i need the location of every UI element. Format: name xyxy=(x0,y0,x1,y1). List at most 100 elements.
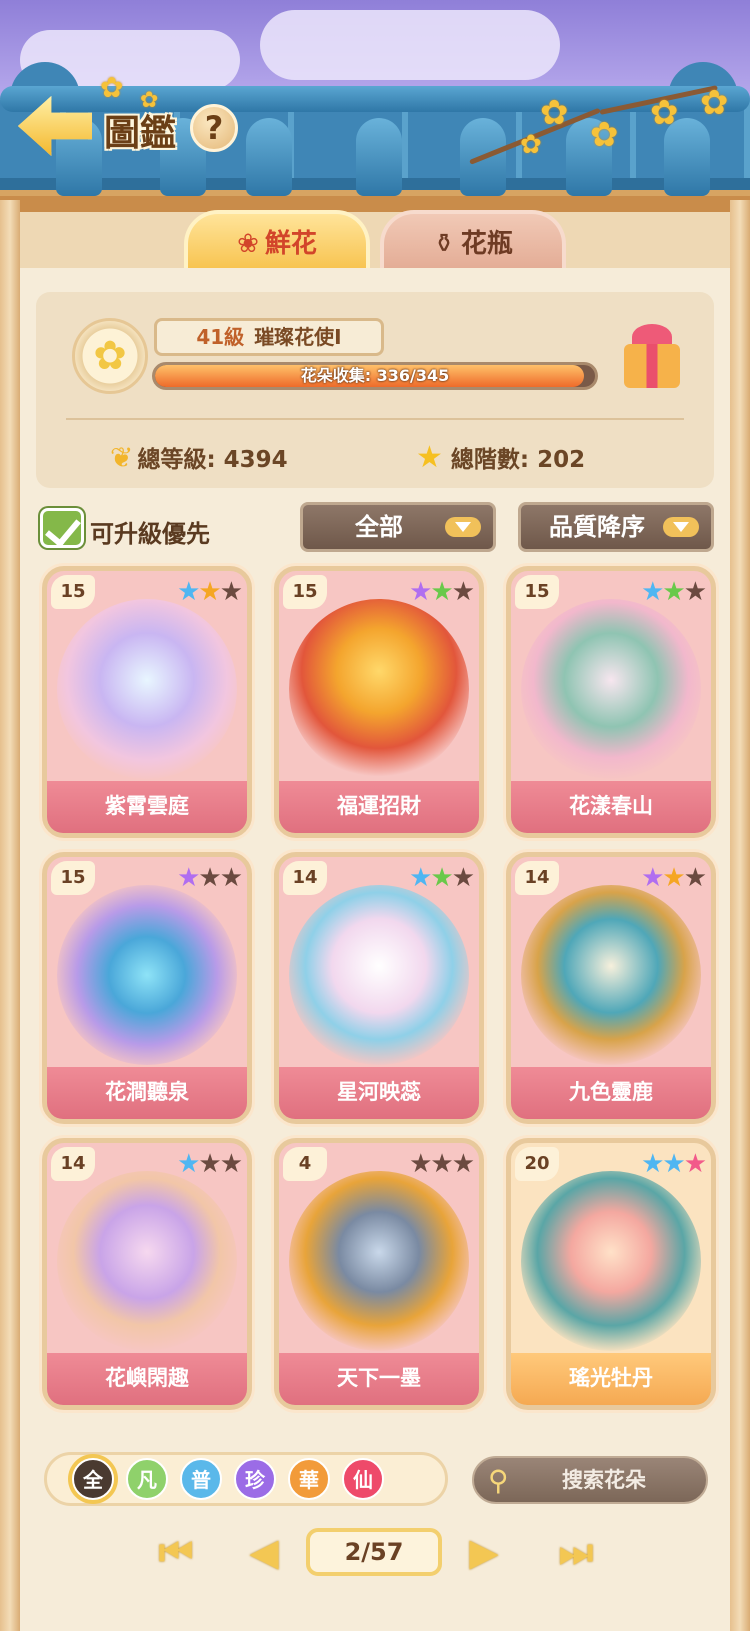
flower-artwork xyxy=(521,1171,701,1351)
flower-card[interactable]: 20 ★★★ 瑤光牡丹 xyxy=(506,1138,716,1410)
flower-artwork xyxy=(289,1171,469,1351)
eave xyxy=(0,196,750,212)
card-level-badge: 14 xyxy=(283,861,327,895)
tab-label: 鮮花 xyxy=(264,229,317,259)
rarity-filter-button[interactable]: 華 xyxy=(288,1458,330,1500)
star-icon: ★ xyxy=(451,577,475,607)
star-icon: ★ xyxy=(198,1149,221,1179)
flower-card[interactable]: 14 ★★★ 花嶼閑趣 xyxy=(42,1138,252,1410)
card-name: 花嶼閑趣 xyxy=(47,1353,247,1405)
blossom-icon: ✿ xyxy=(700,83,729,123)
star-icon: ★ xyxy=(662,1149,685,1179)
star-icon: ★ xyxy=(198,577,221,607)
chevron-down-icon xyxy=(445,517,481,537)
card-stars: ★★★ xyxy=(177,577,243,607)
star-icon: ★ xyxy=(430,577,453,607)
star-icon: ★ xyxy=(662,863,685,893)
flower-artwork xyxy=(57,1171,237,1351)
vase-icon: ⚱ xyxy=(433,229,455,259)
last-page-button[interactable]: ⏭ xyxy=(548,1526,604,1578)
cloud xyxy=(260,10,560,80)
card-level-badge: 4 xyxy=(283,1147,327,1181)
blossom-icon: ✿ xyxy=(590,115,619,155)
flower-artwork xyxy=(289,599,469,779)
tab-strip xyxy=(20,212,730,268)
total-level-label: 總等級: 4394 xyxy=(137,447,288,473)
card-stars: ★★★ xyxy=(409,863,475,893)
star-icon: ★ xyxy=(219,1149,243,1179)
card-name: 紫霄雲庭 xyxy=(47,781,247,833)
star-icon: ★ xyxy=(177,863,200,893)
rarity-filter-button[interactable]: 普 xyxy=(180,1458,222,1500)
page-indicator: 2/57 xyxy=(306,1528,442,1576)
rarity-filter-button[interactable]: 全 xyxy=(72,1458,114,1500)
collector-badge-icon: ✿ xyxy=(72,318,148,394)
card-level-badge: 15 xyxy=(51,575,95,609)
flower-artwork xyxy=(289,885,469,1065)
rarity-filter-button[interactable]: 仙 xyxy=(342,1458,384,1500)
chevron-down-icon xyxy=(663,517,699,537)
star-icon: ★ xyxy=(451,863,475,893)
sort-dropdown[interactable]: 品質降序 xyxy=(518,502,714,552)
star-icon: ★ xyxy=(219,863,243,893)
level-pill: 41級 璀璨花使Ⅰ xyxy=(154,318,384,356)
help-button[interactable]: ? xyxy=(190,104,238,152)
rarity-filter-button[interactable]: 凡 xyxy=(126,1458,168,1500)
card-stars: ★★★ xyxy=(641,863,707,893)
star-icon: ★ xyxy=(451,1149,475,1179)
card-stars: ★★★ xyxy=(641,1149,707,1179)
category-dropdown[interactable]: 全部 xyxy=(300,502,496,552)
card-stars: ★★★ xyxy=(409,577,475,607)
search-input[interactable]: ⚲ 搜索花朵 xyxy=(472,1456,708,1504)
tab-flowers[interactable]: ❀ 鮮花 xyxy=(184,210,370,272)
tab-vases[interactable]: ⚱ 花瓶 xyxy=(380,210,566,272)
card-level-badge: 15 xyxy=(515,575,559,609)
upgrade-first-label: 可升級優先 xyxy=(90,520,210,548)
star-icon: ★ xyxy=(219,577,243,607)
flower-card[interactable]: 15 ★★★ 花漾春山 xyxy=(506,566,716,838)
star-icon: ★ xyxy=(683,577,707,607)
search-placeholder: 搜索花朵 xyxy=(562,1468,646,1492)
flower-card[interactable]: 15 ★★★ 福運招財 xyxy=(274,566,484,838)
card-name: 天下一墨 xyxy=(279,1353,479,1405)
category-value: 全部 xyxy=(355,513,403,541)
flower-artwork xyxy=(521,885,701,1065)
pillar xyxy=(730,200,750,1631)
divider xyxy=(66,418,684,420)
card-level-badge: 15 xyxy=(51,861,95,895)
flower-card[interactable]: 14 ★★★ 星河映蕊 xyxy=(274,852,484,1124)
card-stars: ★★★ xyxy=(177,863,243,893)
star-icon: ★ xyxy=(409,1149,432,1179)
card-name: 星河映蕊 xyxy=(279,1067,479,1119)
gift-icon[interactable] xyxy=(620,322,684,388)
total-level-stat: ❦ 總等級: 4394 xyxy=(110,440,288,474)
upgrade-first-checkbox[interactable] xyxy=(40,508,84,548)
total-stars-label: 總階數: 202 xyxy=(450,447,586,473)
prev-page-button[interactable]: ◀ xyxy=(236,1526,292,1578)
flower-card[interactable]: 4 ★★★ 天下一墨 xyxy=(274,1138,484,1410)
flower-card[interactable]: 14 ★★★ 九色靈鹿 xyxy=(506,852,716,1124)
card-name: 九色靈鹿 xyxy=(511,1067,711,1119)
blossom-icon: ✿ xyxy=(520,130,542,160)
pillar xyxy=(0,200,20,1631)
card-name: 瑤光牡丹 xyxy=(511,1353,711,1405)
flower-card[interactable]: 15 ★★★ 花澗聽泉 xyxy=(42,852,252,1124)
player-level: 41級 xyxy=(196,325,245,349)
rank-title: 璀璨花使Ⅰ xyxy=(254,325,342,349)
rose-icon: ❀ xyxy=(237,229,259,259)
rarity-filter-button[interactable]: 珍 xyxy=(234,1458,276,1500)
search-icon: ⚲ xyxy=(488,1464,509,1497)
star-icon: ★ xyxy=(198,863,221,893)
gift-box xyxy=(624,344,680,388)
star-icon: ★ xyxy=(430,1149,453,1179)
card-stars: ★★★ xyxy=(641,577,707,607)
flower-artwork xyxy=(57,599,237,779)
first-page-button[interactable]: ⏮ xyxy=(148,1526,204,1578)
page-title: 圖鑑 xyxy=(104,113,177,154)
sprout-icon: ❦ xyxy=(110,441,134,474)
next-page-button[interactable]: ▶ xyxy=(456,1526,512,1578)
star-icon: ★ xyxy=(416,440,443,475)
roof-cap xyxy=(246,118,292,196)
flower-card[interactable]: 15 ★★★ 紫霄雲庭 xyxy=(42,566,252,838)
star-icon: ★ xyxy=(177,1149,200,1179)
